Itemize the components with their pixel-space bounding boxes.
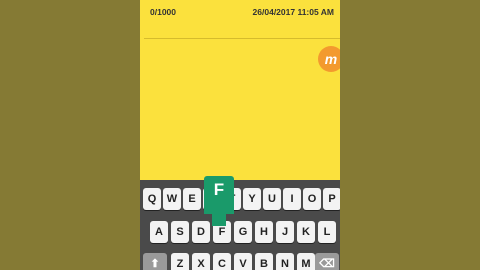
note-text-area[interactable] [140, 40, 340, 180]
key-s[interactable]: S [171, 221, 189, 243]
key-o[interactable]: O [303, 188, 321, 210]
key-l[interactable]: L [318, 221, 336, 243]
brand-logo-icon: m [318, 46, 340, 72]
date-time: 26/04/2017 11:05 AM [252, 7, 334, 17]
key-b[interactable]: B [255, 253, 273, 270]
status-bar: 0/1000 26/04/2017 11:05 AM [140, 0, 340, 22]
key-d[interactable]: D [192, 221, 210, 243]
right-letterbox [340, 0, 480, 270]
key-m[interactable]: M [297, 253, 315, 270]
key-w[interactable]: W [163, 188, 181, 210]
header-divider [144, 38, 340, 39]
left-letterbox [0, 0, 140, 270]
key-x[interactable]: X [192, 253, 210, 270]
shift-key-icon[interactable]: ⬆ [143, 253, 167, 270]
on-screen-keyboard: Q W E R T Y U I O P A S D F G H J K L ⬆ … [140, 180, 340, 270]
backspace-key-icon[interactable]: ⌫ [315, 253, 339, 270]
key-k[interactable]: K [297, 221, 315, 243]
key-i[interactable]: I [283, 188, 301, 210]
char-count: 0/1000 [150, 7, 176, 17]
key-press-popup-stem [212, 212, 226, 226]
key-p[interactable]: P [323, 188, 340, 210]
key-a[interactable]: A [150, 221, 168, 243]
popup-letter: F [213, 180, 225, 199]
key-z[interactable]: Z [171, 253, 189, 270]
key-press-popup: F [204, 176, 234, 214]
key-q[interactable]: Q [143, 188, 161, 210]
key-u[interactable]: U [263, 188, 281, 210]
key-j[interactable]: J [276, 221, 294, 243]
phone-screen: 0/1000 26/04/2017 11:05 AM m Q W E R T Y… [140, 0, 340, 270]
key-v[interactable]: V [234, 253, 252, 270]
key-h[interactable]: H [255, 221, 273, 243]
key-y[interactable]: Y [243, 188, 261, 210]
key-g[interactable]: G [234, 221, 252, 243]
key-e[interactable]: E [183, 188, 201, 210]
key-c[interactable]: C [213, 253, 231, 270]
key-n[interactable]: N [276, 253, 294, 270]
